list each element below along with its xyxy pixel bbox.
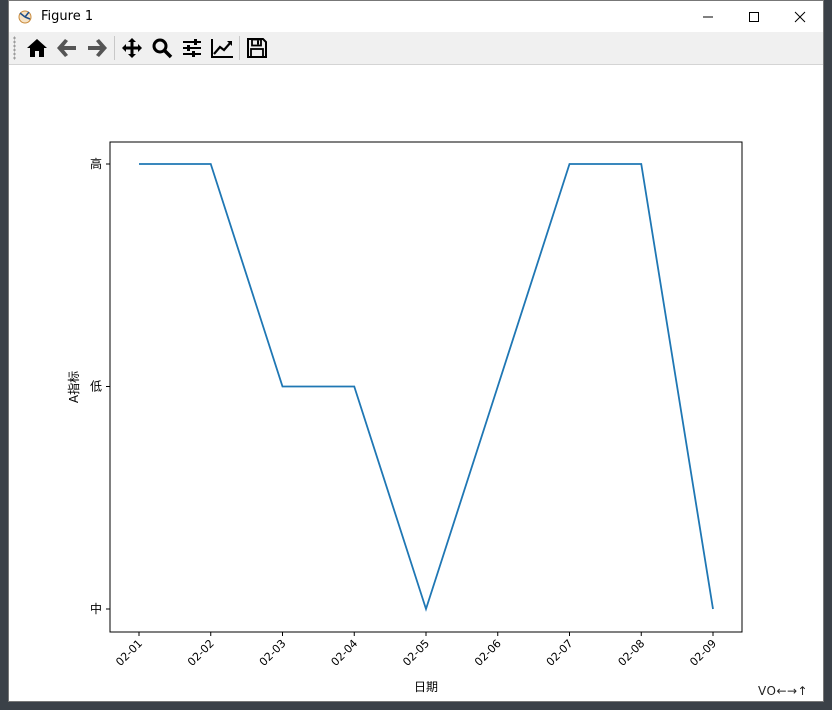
x-tick-label: 02-07 <box>544 637 576 669</box>
x-tick-label: 02-01 <box>113 637 145 669</box>
y-tick-label: 低 <box>90 380 102 394</box>
x-tick-label: 02-09 <box>687 637 719 669</box>
x-tick-label: 02-02 <box>185 637 217 669</box>
y-tick-label: 中 <box>90 601 102 616</box>
x-tick-label: 02-05 <box>400 637 432 669</box>
series-line <box>139 163 714 612</box>
x-tick-label: 02-03 <box>257 637 289 669</box>
line-chart: 02-01 02-02 02-03 02-04 02-05 02-06 02-07 02-08… <box>66 141 743 694</box>
y-axis-ticks: 中低高 <box>90 156 110 616</box>
x-axis-label: 日期 <box>414 680 438 694</box>
watermark-text: VO←→↑ <box>758 684 809 698</box>
x-tick-label: 02-06 <box>472 637 504 669</box>
x-tick-label: 02-04 <box>329 637 361 669</box>
x-axis-ticks: 02-01 02-02 02-03 02-04 02-05 02-06 02-07 02-08… <box>113 632 719 669</box>
axes-frame <box>109 141 743 633</box>
x-tick-label: 02-08 <box>616 637 648 669</box>
y-tick-label: 高 <box>90 156 102 171</box>
y-axis-label: A指标 <box>66 371 81 403</box>
